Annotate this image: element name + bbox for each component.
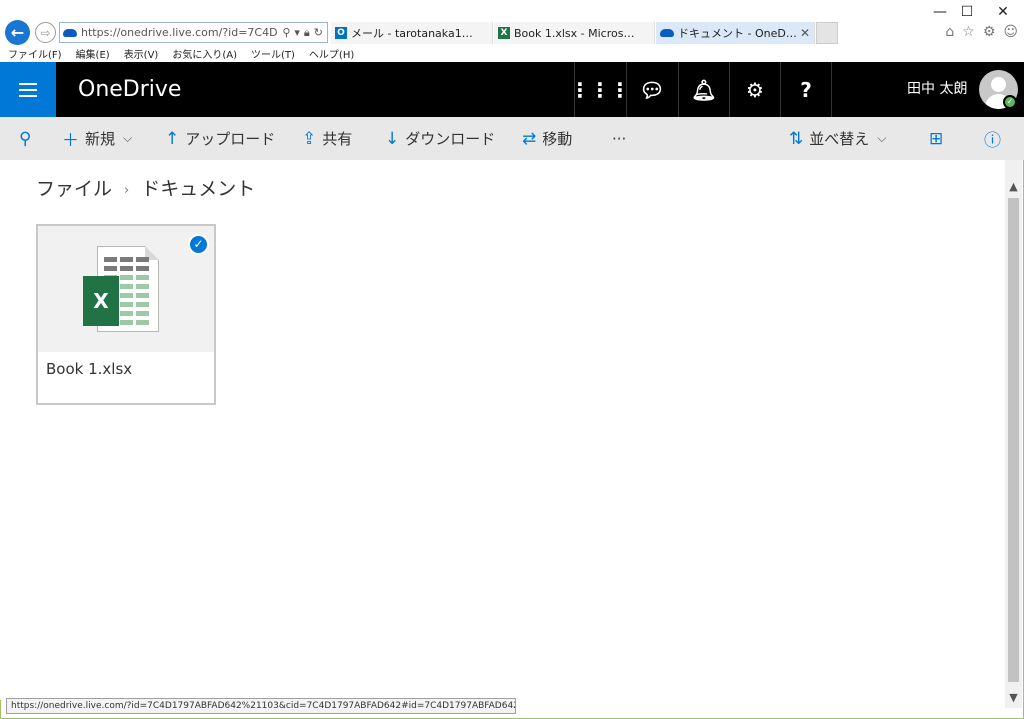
sort-button[interactable]: ⇅ 並べ替え ⌵ xyxy=(789,117,886,160)
share-icon: ⇪ xyxy=(302,128,317,149)
close-tab-icon[interactable]: ✕ xyxy=(800,26,810,40)
tab-onedrive[interactable]: ドキュメント - OneDrive ✕ xyxy=(656,22,815,44)
menu-favorites[interactable]: お気に入り(A) xyxy=(172,46,237,61)
new-tab-button[interactable] xyxy=(816,22,838,44)
tab-excel[interactable]: X Book 1.xlsx - Microsoft Excel O... xyxy=(494,22,655,44)
status-url: https://onedrive.live.com/?id=7C4D1797AB… xyxy=(6,698,516,714)
app-launcher-icon: ⋮⋮⋮ xyxy=(570,77,630,102)
download-arrow-icon: ↓ xyxy=(385,128,400,149)
browser-toolbar: ⌂ ☆ ⚙ ☺ xyxy=(945,24,1018,40)
scroll-down-icon[interactable]: ▼ xyxy=(1005,689,1022,706)
upload-button[interactable]: ↑ アップロード xyxy=(165,117,275,160)
dropdown-icon[interactable]: ▾ xyxy=(294,26,300,40)
download-button[interactable]: ↓ ダウンロード xyxy=(385,117,495,160)
menu-tools[interactable]: ツール(T) xyxy=(251,46,295,61)
settings-button[interactable]: ⚙ xyxy=(729,62,780,117)
sort-icon: ⇅ xyxy=(789,128,804,149)
search-button[interactable]: ⚲ xyxy=(19,117,31,160)
scroll-thumb[interactable] xyxy=(1008,198,1019,682)
presence-check-icon: ✓ xyxy=(1003,95,1017,109)
plus-icon: ＋ xyxy=(62,131,79,151)
new-button[interactable]: ＋ 新規 ⌵ xyxy=(62,117,132,160)
breadcrumb-root[interactable]: ファイル xyxy=(36,174,112,201)
app-launcher-button[interactable]: ⋮⋮⋮ xyxy=(570,62,630,117)
info-button[interactable]: ⓘ xyxy=(984,117,1001,160)
chat-button[interactable]: 💬︎ xyxy=(626,62,677,117)
tab-outlook[interactable]: O メール - tarotanaka1991@outloo... xyxy=(331,22,493,44)
nav-menu-button[interactable] xyxy=(0,62,56,117)
onedrive-header: OneDrive ⋮⋮⋮ 💬︎ 🔔︎ ⚙ ? 田中 太朗 ✓ xyxy=(0,62,1024,117)
file-name: Book 1.xlsx xyxy=(46,360,133,378)
maximize-button[interactable]: ☐ xyxy=(952,2,982,22)
brand-title[interactable]: OneDrive xyxy=(78,62,181,117)
info-icon: ⓘ xyxy=(984,131,1001,151)
browser-chrome: ← ⇨ https://onedrive.live.com/?id=7C4D17… xyxy=(0,0,1024,45)
back-button[interactable]: ← xyxy=(5,20,30,45)
breadcrumb-current: ドキュメント xyxy=(141,178,256,200)
chevron-down-icon: ⌵ xyxy=(123,131,133,145)
home-icon[interactable]: ⌂ xyxy=(945,24,954,40)
search-icon[interactable]: ⚲ xyxy=(282,26,290,40)
menu-edit[interactable]: 編集(E) xyxy=(76,46,110,61)
help-button[interactable]: ? xyxy=(780,62,831,117)
share-button[interactable]: ⇪ 共有 xyxy=(302,117,352,160)
bell-icon: 🔔︎ xyxy=(691,77,717,102)
breadcrumb: ファイル › ドキュメント xyxy=(36,174,255,201)
smiley-feedback-icon[interactable]: ☺ xyxy=(1003,24,1018,40)
hamburger-icon xyxy=(19,82,37,97)
selected-check-icon[interactable]: ✓ xyxy=(188,234,209,255)
ellipsis-icon: ··· xyxy=(612,129,627,148)
chat-icon: 💬︎ xyxy=(639,77,665,102)
forward-button[interactable]: ⇨ xyxy=(35,22,56,43)
menu-help[interactable]: ヘルプ(H) xyxy=(309,46,354,61)
onedrive-favicon-icon xyxy=(63,28,77,37)
chevron-down-icon: ⌵ xyxy=(877,131,887,145)
address-url: https://onedrive.live.com/?id=7C4D1797AB… xyxy=(81,26,278,39)
settings-gear-icon[interactable]: ⚙ xyxy=(983,24,996,40)
vertical-scrollbar[interactable]: ▲ ▼ xyxy=(1005,160,1022,708)
menu-file[interactable]: ファイル(F) xyxy=(8,46,62,61)
onedrive-icon xyxy=(660,29,674,37)
address-bar[interactable]: https://onedrive.live.com/?id=7C4D1797AB… xyxy=(59,22,328,43)
move-button[interactable]: ⇄ 移動 xyxy=(522,117,572,160)
view-toggle-button[interactable]: ⊞ xyxy=(929,117,943,160)
excel-icon: X xyxy=(498,27,510,39)
close-window-button[interactable]: ✕ xyxy=(988,2,1018,22)
user-name[interactable]: 田中 太朗 xyxy=(907,62,967,117)
favorites-star-icon[interactable]: ☆ xyxy=(962,24,975,40)
grid-view-icon: ⊞ xyxy=(929,128,944,149)
browser-menu-bar: ファイル(F) 編集(E) 表示(V) お気に入り(A) ツール(T) ヘルプ(… xyxy=(0,45,1024,62)
excel-icon: X xyxy=(83,276,119,326)
refresh-icon[interactable]: ↻ xyxy=(314,26,323,40)
notifications-button[interactable]: 🔔︎ xyxy=(678,62,729,117)
outlook-icon: O xyxy=(335,27,347,39)
upload-arrow-icon: ↑ xyxy=(165,128,180,149)
chevron-right-icon: › xyxy=(124,183,130,198)
more-button[interactable]: ··· xyxy=(612,117,626,160)
minimize-button[interactable]: — xyxy=(925,2,955,22)
search-icon: ⚲ xyxy=(19,128,32,149)
menu-view[interactable]: 表示(V) xyxy=(124,46,159,61)
file-tile[interactable]: X ✓ Book 1.xlsx xyxy=(36,224,216,405)
move-icon: ⇄ xyxy=(522,128,537,149)
lock-icon: 🔒︎ xyxy=(303,25,310,39)
scroll-up-icon[interactable]: ▲ xyxy=(1005,178,1022,195)
gear-icon: ⚙ xyxy=(746,77,764,102)
command-bar: ⚲ ＋ 新規 ⌵ ↑ アップロード ⇪ 共有 ↓ ダウンロード ⇄ 移動 ···… xyxy=(0,117,1024,160)
help-icon: ? xyxy=(800,77,812,102)
file-list-area: ファイル › ドキュメント X ✓ Book 1.xlsx xyxy=(0,160,1005,700)
